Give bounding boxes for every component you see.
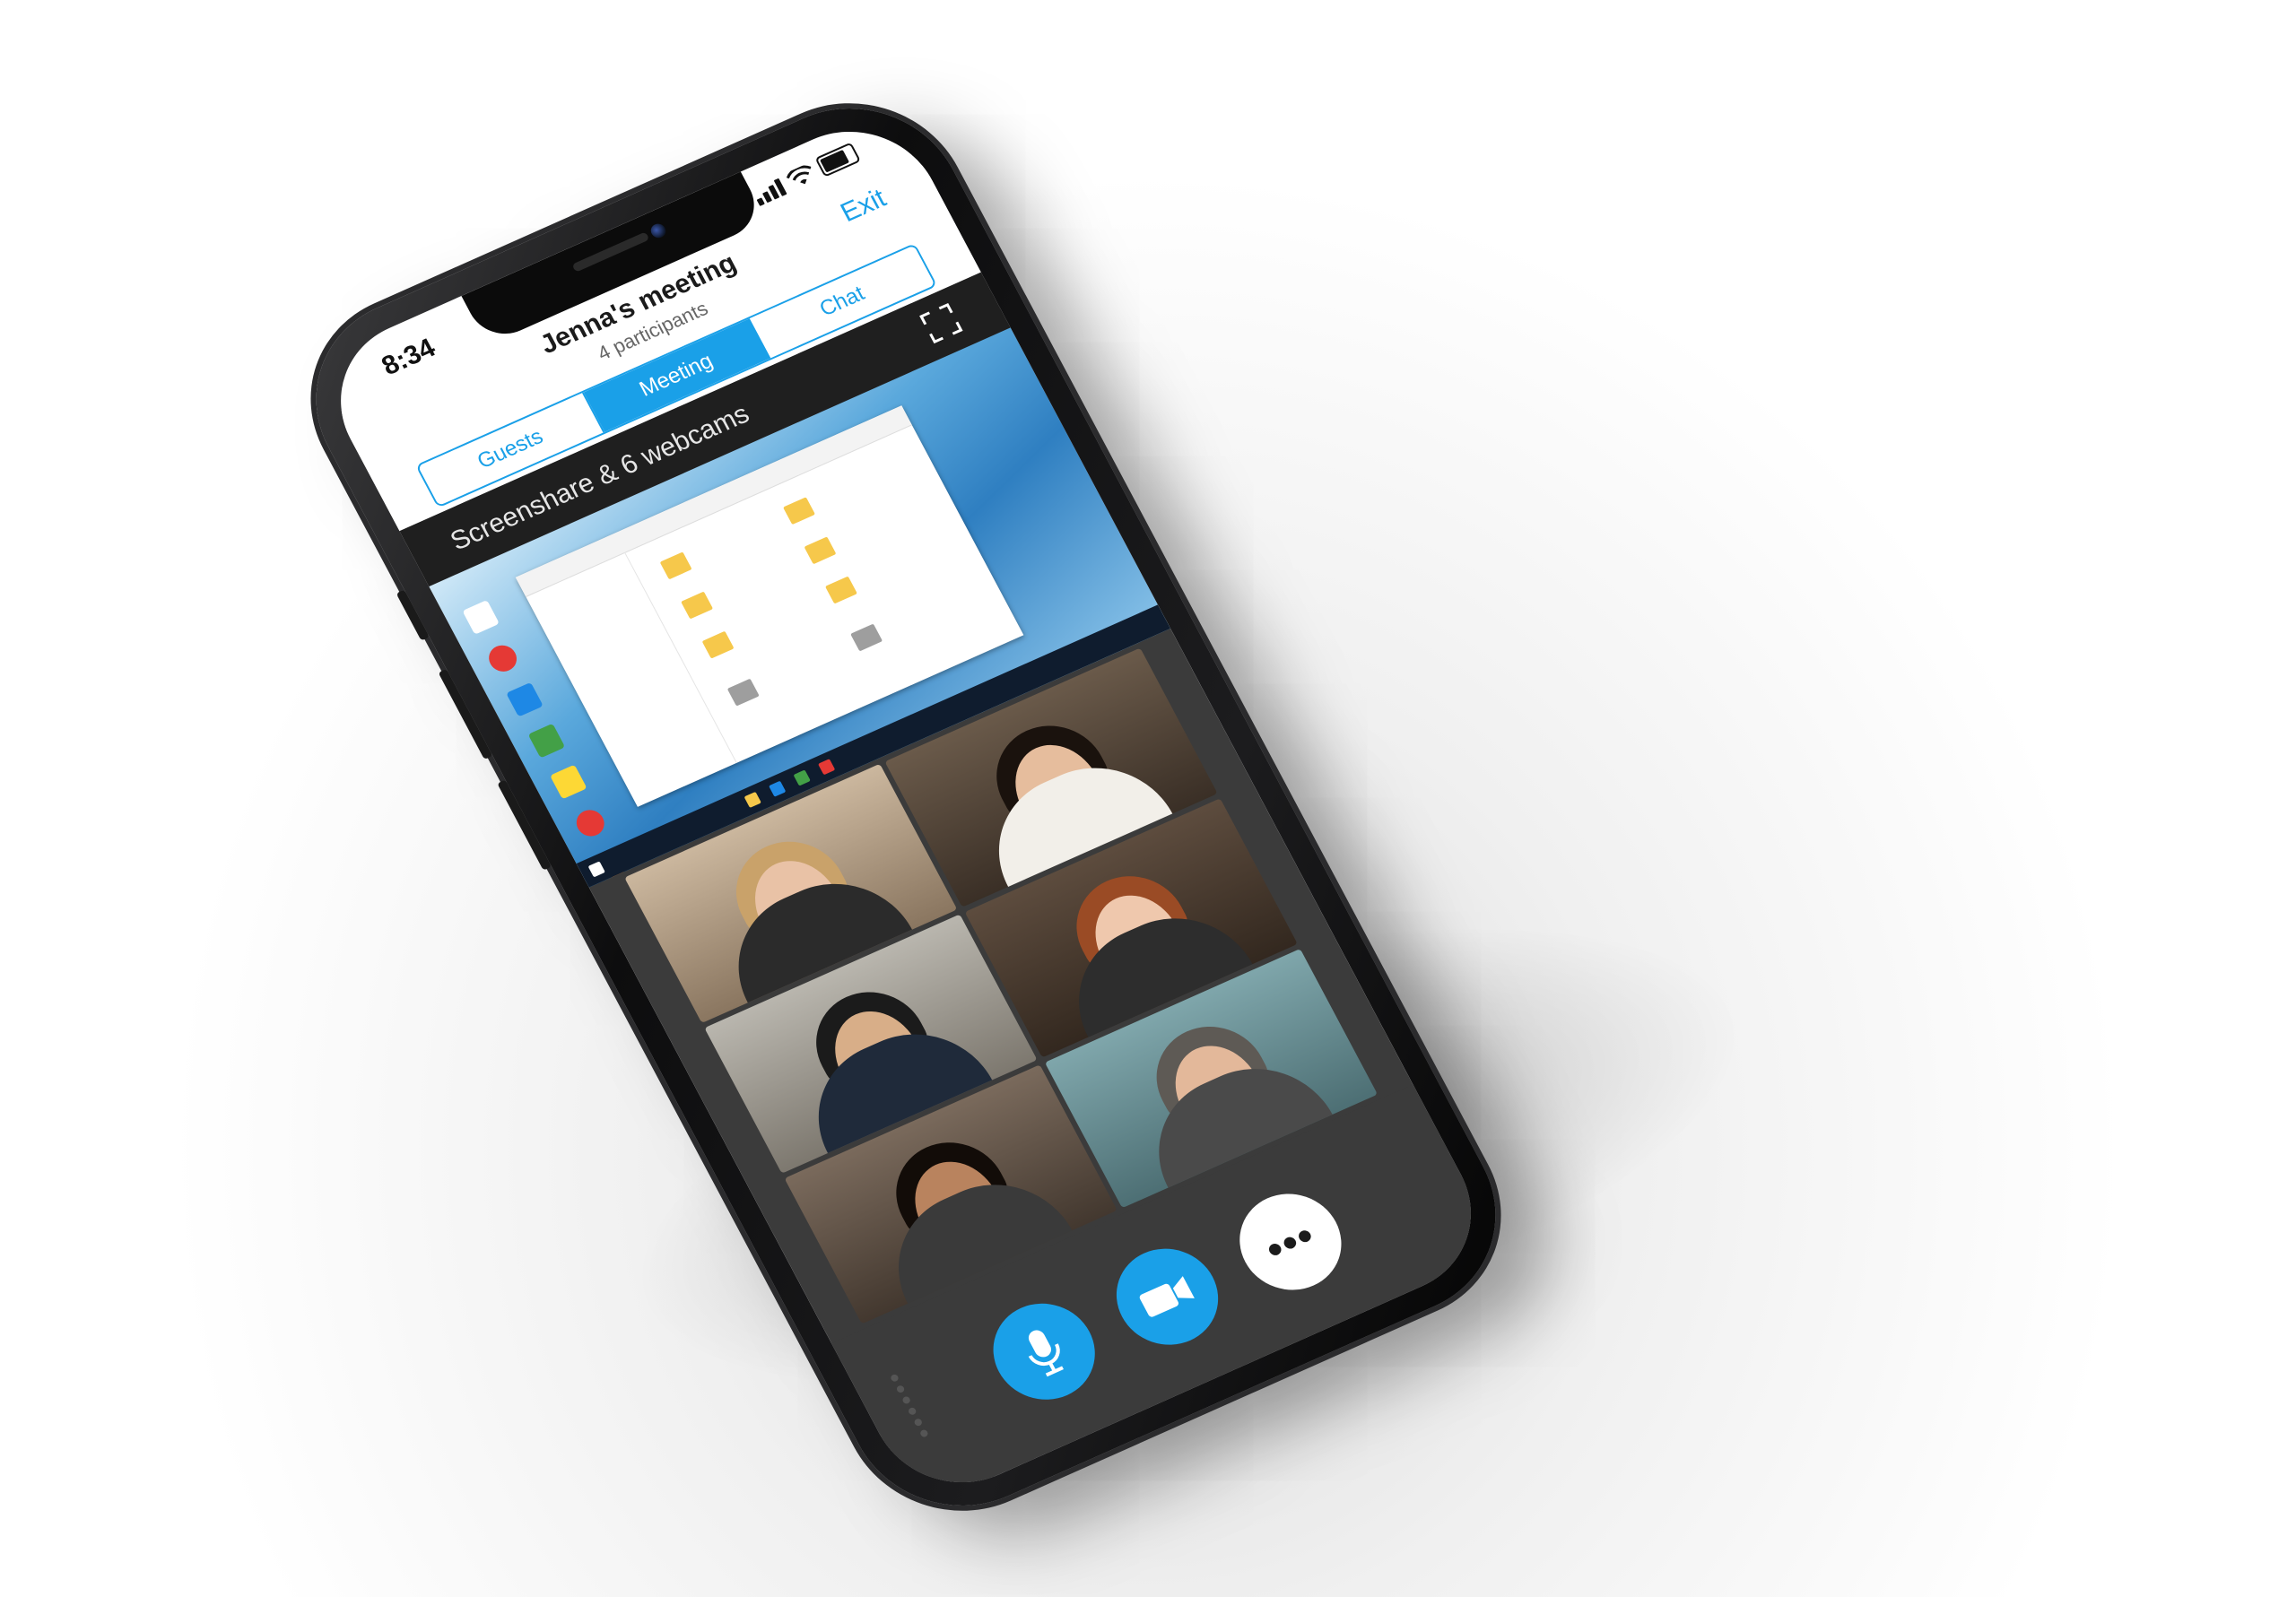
video-camera-icon <box>1139 1276 1195 1317</box>
taskbar-app-icon <box>769 780 787 797</box>
phone-screen: 8:34 Jenna's meeting 4 participants Exit… <box>309 104 1502 1510</box>
start-icon <box>587 861 605 878</box>
video-button[interactable] <box>1099 1233 1236 1361</box>
folder-icon <box>701 630 735 659</box>
fullscreen-icon[interactable] <box>917 300 966 347</box>
microphone-button[interactable] <box>975 1288 1113 1416</box>
chrome-icon <box>483 640 522 676</box>
drive-icon <box>726 678 760 707</box>
folder-icon <box>659 551 692 580</box>
product-stage: 8:34 Jenna's meeting 4 participants Exit… <box>0 0 2296 1597</box>
taskbar-app-icon <box>744 791 761 808</box>
battery-icon <box>814 142 861 178</box>
folder-icon <box>824 576 857 604</box>
more-icon: ••• <box>1257 1211 1324 1273</box>
recycle-bin-icon <box>462 600 500 635</box>
taskbar-app-icon <box>817 759 836 776</box>
app-icon <box>527 723 566 759</box>
app-icon <box>550 764 587 800</box>
wifi-icon <box>786 165 812 185</box>
more-options-button[interactable]: ••• <box>1222 1177 1360 1306</box>
drive-icon <box>850 623 883 652</box>
folder-icon <box>783 497 815 525</box>
folder-icon <box>804 536 837 565</box>
folder-icon <box>681 591 714 620</box>
microphone-icon <box>1028 1330 1064 1377</box>
page-indicator <box>889 1373 929 1438</box>
smartphone: 8:34 Jenna's meeting 4 participants Exit… <box>277 74 1535 1541</box>
taskbar-app-icon <box>793 769 811 786</box>
music-icon <box>571 805 610 841</box>
signal-icon <box>752 178 787 206</box>
app-icon <box>506 681 544 717</box>
